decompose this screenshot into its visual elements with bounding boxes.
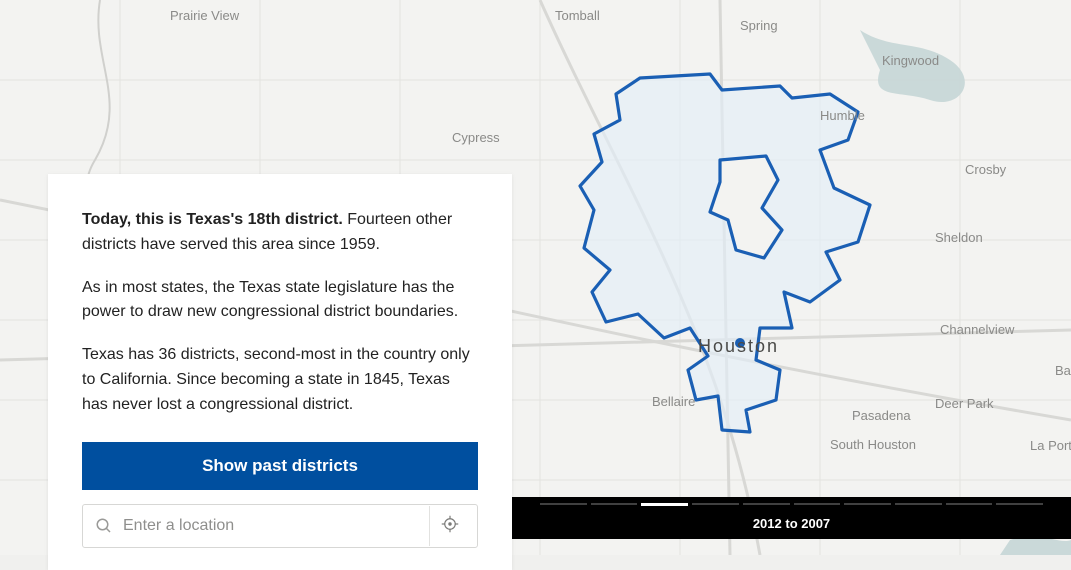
timeline-segment[interactable] xyxy=(692,503,739,505)
map-place-label: Spring xyxy=(740,18,778,33)
map-place-label: Prairie View xyxy=(170,8,239,23)
use-my-location-button[interactable] xyxy=(429,506,469,546)
map-place-label: Bellaire xyxy=(652,394,695,409)
timeline-segment[interactable] xyxy=(895,503,942,505)
timeline-segment[interactable] xyxy=(591,503,638,505)
map-place-label: Houston xyxy=(698,336,779,357)
panel-lead-paragraph: Today, this is Texas's 18th district. Fo… xyxy=(82,208,478,258)
timeline-bar[interactable]: 2012 to 2007 xyxy=(512,497,1071,539)
map-place-label: Cypress xyxy=(452,130,500,145)
search-icon xyxy=(95,517,113,535)
map-place-label: Tomball xyxy=(555,8,600,23)
timeline-track[interactable] xyxy=(540,503,1043,505)
map-place-label: Humble xyxy=(820,108,865,123)
timeline-segment[interactable] xyxy=(844,503,891,505)
timeline-segment[interactable] xyxy=(794,503,841,505)
map-place-label: Pasadena xyxy=(852,408,911,423)
map-place-label: Bay xyxy=(1055,363,1071,378)
map-place-label: Crosby xyxy=(965,162,1006,177)
timeline-label: 2012 to 2007 xyxy=(753,516,830,531)
timeline-segment[interactable] xyxy=(641,503,688,506)
timeline-segment[interactable] xyxy=(946,503,993,505)
panel-lead: Today, this is Texas's 18th district. xyxy=(82,211,343,228)
show-past-districts-button[interactable]: Show past districts xyxy=(82,442,478,490)
timeline-segment[interactable] xyxy=(743,503,790,505)
info-panel: Today, this is Texas's 18th district. Fo… xyxy=(48,174,512,570)
timeline-segment[interactable] xyxy=(996,503,1043,505)
map-place-label: Kingwood xyxy=(882,53,939,68)
search-input[interactable] xyxy=(123,517,429,535)
timeline-segment[interactable] xyxy=(540,503,587,505)
panel-para-3: Texas has 36 districts, second-most in t… xyxy=(82,343,478,417)
crosshair-icon xyxy=(441,515,459,536)
map-place-label: Channelview xyxy=(940,322,1014,337)
map-place-label: Sheldon xyxy=(935,230,983,245)
location-search xyxy=(82,504,478,548)
panel-para-2: As in most states, the Texas state legis… xyxy=(82,276,478,326)
map-place-label: La Porte xyxy=(1030,438,1071,453)
map-place-label: South Houston xyxy=(830,437,916,452)
map-place-label: Deer Park xyxy=(935,396,994,411)
